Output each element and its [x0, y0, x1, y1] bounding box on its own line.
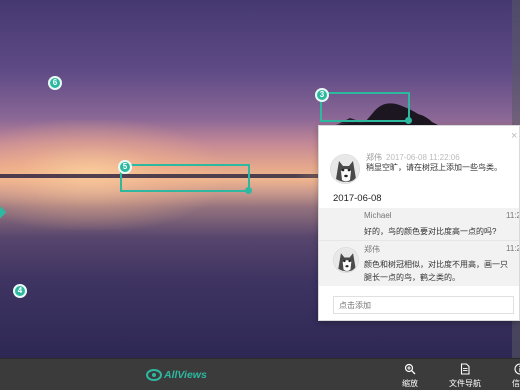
avatar	[333, 247, 359, 273]
annotation-marker-5[interactable]: 5	[118, 160, 132, 174]
annotation-box-3[interactable]	[320, 92, 412, 124]
date-separator: 2017-06-08	[333, 193, 382, 204]
allviews-logo: AllViews	[146, 368, 207, 382]
zoom-button[interactable]: 缩放	[390, 363, 430, 389]
avatar-dog-icon	[331, 155, 359, 183]
bottom-toolbar: AllViews 缩放 文件导航 信息	[0, 358, 520, 390]
comment-panel: × 郑伟 2017-06-08 11:22:06 稍显空旷，请在树冠上添加一些鸟类…	[318, 125, 520, 321]
zoom-label: 缩放	[402, 379, 418, 388]
comment-author: Michael	[364, 211, 392, 220]
annotation-box-5[interactable]	[120, 164, 252, 194]
info-label: 信息	[512, 379, 520, 388]
comment-text: 稍显空旷，请在树冠上添加一些鸟类。	[366, 163, 502, 172]
comment-item: 郑伟 11:2 颜色和树冠相似，对比度不用高，画一只腿长一点的鸟，鹤之类的。	[319, 240, 520, 286]
comment-time: 11:2	[506, 244, 520, 253]
allviews-logo-icon	[146, 369, 162, 381]
info-icon	[514, 363, 520, 375]
comment-text: 好的，鸟的颜色要对比度高一点的吗?	[364, 227, 497, 236]
comment-text: 颜色和树冠相似，对比度不用高，画一只腿长一点的鸟，鹤之类的。	[364, 260, 508, 282]
info-button[interactable]: 信息	[500, 363, 520, 389]
avatar-dog-icon	[334, 248, 358, 272]
file-navigation-button[interactable]: 文件导航	[445, 363, 485, 389]
annotation-marker-3[interactable]: 3	[315, 88, 329, 102]
annotation-marker-6[interactable]: 6	[48, 76, 62, 90]
annotation-marker-4[interactable]: 4	[13, 284, 27, 298]
comment-author: 郑伟	[364, 245, 380, 254]
file-navigation-label: 文件导航	[449, 379, 481, 388]
resize-handle[interactable]	[245, 187, 252, 194]
zoom-icon	[404, 363, 416, 375]
comment-item: Michael 11:2 好的，鸟的颜色要对比度高一点的吗?	[319, 208, 520, 240]
comment-input[interactable]	[333, 296, 514, 314]
avatar	[330, 154, 360, 184]
close-icon[interactable]: ×	[511, 131, 517, 142]
file-icon	[460, 363, 470, 375]
comment-time: 11:2	[506, 211, 520, 220]
logo-text: AllViews	[164, 369, 207, 381]
resize-handle[interactable]	[405, 117, 412, 124]
